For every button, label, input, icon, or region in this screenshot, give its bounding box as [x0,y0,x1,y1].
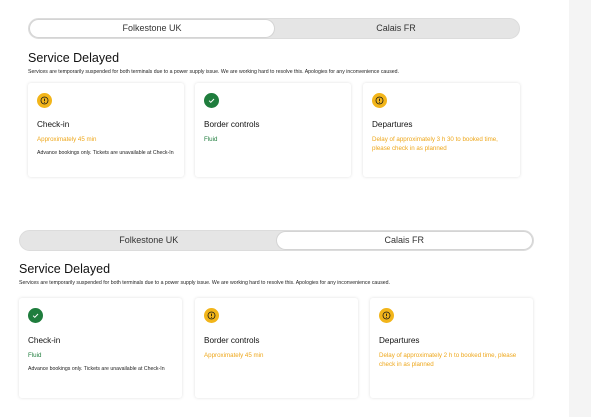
tab-folkestone-uk[interactable]: Folkestone UK [30,20,274,37]
card-title: Departures [379,336,420,345]
page-title: Service Delayed [19,262,111,276]
terminal-switch: Folkestone UK Calais FR [19,230,534,251]
tab-calais-fr[interactable]: Calais FR [276,232,532,249]
tab-calais-fr[interactable]: Calais FR [274,20,518,37]
tab-folkestone-uk[interactable]: Folkestone UK [21,232,277,249]
card-title: Border controls [204,120,260,129]
card-status: Delay of approximately 3 h 30 to booked … [372,136,498,152]
card-status: Fluid [204,136,218,143]
warning-icon [37,93,52,108]
card-title: Check-in [37,120,70,129]
terminal-switch: Folkestone UK Calais FR [28,18,520,39]
card-border-controls: Border controls Fluid [195,83,351,177]
card-title: Departures [372,120,413,129]
card-border-controls: Border controls Approximately 45 min [195,298,358,398]
warning-icon [372,93,387,108]
status-cards: Check-in Approximately 45 min Advance bo… [28,83,520,177]
scroll-gutter [569,0,591,417]
checkmark-icon [28,308,43,323]
card-note: Advance bookings only. Tickets are unava… [28,366,165,372]
card-departures: Departures Delay of approximately 2 h to… [370,298,533,398]
card-status: Approximately 45 min [204,352,264,359]
card-check-in: Check-in Fluid Advance bookings only. Ti… [19,298,182,398]
card-status: Approximately 45 min [37,136,97,143]
card-departures: Departures Delay of approximately 3 h 30… [363,83,520,177]
status-description: Services are temporarily suspended for b… [19,280,391,286]
status-description: Services are temporarily suspended for b… [28,69,400,75]
page-title: Service Delayed [28,51,120,65]
warning-icon [204,308,219,323]
checkmark-icon [204,93,219,108]
card-status: Fluid [28,352,42,359]
card-title: Border controls [204,336,260,345]
terminal-status-folkestone: Folkestone UK Calais FR Service Delayed … [28,18,520,177]
card-check-in: Check-in Approximately 45 min Advance bo… [28,83,184,177]
card-status: Delay of approximately 2 h to booked tim… [379,352,517,368]
card-title: Check-in [28,336,61,345]
status-cards: Check-in Fluid Advance bookings only. Ti… [19,294,534,398]
warning-icon [379,308,394,323]
terminal-status-calais: Folkestone UK Calais FR Service Delayed … [19,230,534,398]
card-note: Advance bookings only. Tickets are unava… [37,150,174,156]
